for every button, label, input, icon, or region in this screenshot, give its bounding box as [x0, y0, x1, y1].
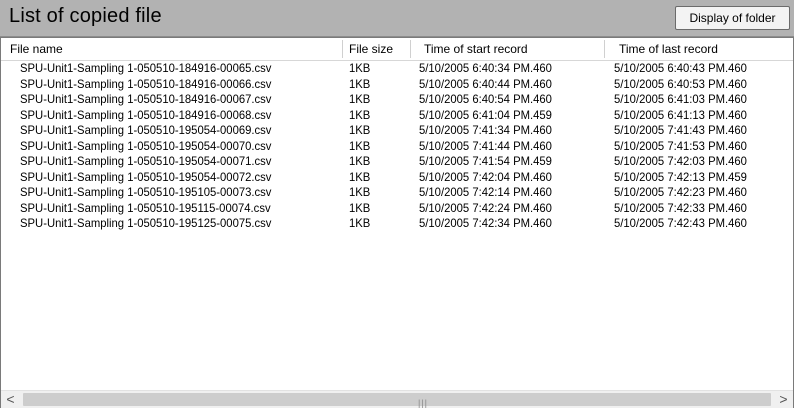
file-size-cell: 1KB: [349, 200, 371, 215]
last-record-cell: 5/10/2005 7:42:13 PM.459: [614, 169, 747, 184]
last-record-cell: 5/10/2005 6:40:43 PM.460: [614, 61, 747, 75]
start-record-cell: 5/10/2005 6:40:34 PM.460: [419, 61, 552, 75]
file-size-cell: 1KB: [349, 92, 371, 106]
last-record-cell: 5/10/2005 7:41:43 PM.460: [614, 123, 747, 137]
last-record-cell: 5/10/2005 7:42:03 PM.460: [614, 154, 747, 168]
scrollbar-grip-icon: |||: [418, 398, 429, 408]
column-divider[interactable]: [410, 40, 411, 58]
start-record-cell: 5/10/2005 7:42:04 PM.460: [419, 169, 552, 184]
file-name-cell: SPU-Unit1-Sampling 1-050510-195105-00073…: [20, 185, 272, 199]
table-row[interactable]: SPU-Unit1-Sampling 1-050510-195054-00070…: [1, 139, 793, 155]
start-record-cell: 5/10/2005 7:41:44 PM.460: [419, 138, 552, 153]
last-record-cell: 5/10/2005 6:41:13 PM.460: [614, 107, 747, 122]
file-size-cell: 1KB: [349, 123, 371, 137]
last-record-cell: 5/10/2005 6:40:53 PM.460: [614, 76, 747, 91]
file-size-cell: 1KB: [349, 154, 371, 168]
file-name-cell: SPU-Unit1-Sampling 1-050510-195054-00072…: [20, 169, 272, 184]
file-size-cell: 1KB: [349, 61, 371, 75]
file-rows: SPU-Unit1-Sampling 1-050510-184916-00065…: [1, 61, 793, 232]
table-row[interactable]: SPU-Unit1-Sampling 1-050510-195054-00071…: [1, 154, 793, 170]
table-row[interactable]: SPU-Unit1-Sampling 1-050510-195054-00069…: [1, 123, 793, 139]
column-divider[interactable]: [604, 40, 605, 58]
start-record-cell: 5/10/2005 7:41:34 PM.460: [419, 123, 552, 137]
horizontal-scrollbar[interactable]: < ||| >: [1, 390, 793, 408]
last-record-cell: 5/10/2005 7:42:23 PM.460: [614, 185, 747, 199]
table-row[interactable]: SPU-Unit1-Sampling 1-050510-184916-00067…: [1, 92, 793, 108]
file-size-cell: 1KB: [349, 138, 371, 153]
table-row[interactable]: SPU-Unit1-Sampling 1-050510-184916-00066…: [1, 77, 793, 93]
start-record-cell: 5/10/2005 7:42:34 PM.460: [419, 216, 552, 230]
file-name-cell: SPU-Unit1-Sampling 1-050510-195054-00069…: [20, 123, 272, 137]
file-name-cell: SPU-Unit1-Sampling 1-050510-195115-00074…: [20, 200, 271, 215]
start-record-cell: 5/10/2005 6:40:54 PM.460: [419, 92, 552, 106]
copied-file-list[interactable]: File name File size Time of start record…: [0, 37, 794, 408]
file-size-cell: 1KB: [349, 107, 371, 122]
last-record-cell: 5/10/2005 7:41:53 PM.460: [614, 138, 747, 153]
table-row[interactable]: SPU-Unit1-Sampling 1-050510-195054-00072…: [1, 170, 793, 186]
table-row[interactable]: SPU-Unit1-Sampling 1-050510-184916-00068…: [1, 108, 793, 124]
column-header-file-size[interactable]: File size: [349, 38, 404, 60]
file-name-cell: SPU-Unit1-Sampling 1-050510-184916-00066…: [20, 76, 272, 91]
file-name-cell: SPU-Unit1-Sampling 1-050510-195125-00075…: [20, 216, 272, 230]
last-record-cell: 5/10/2005 7:42:43 PM.460: [614, 216, 747, 230]
file-size-cell: 1KB: [349, 169, 371, 184]
file-name-cell: SPU-Unit1-Sampling 1-050510-195054-00070…: [20, 138, 272, 153]
start-record-cell: 5/10/2005 6:41:04 PM.459: [419, 107, 552, 122]
file-name-cell: SPU-Unit1-Sampling 1-050510-184916-00065…: [20, 61, 272, 75]
list-header: File name File size Time of start record…: [1, 38, 793, 61]
file-size-cell: 1KB: [349, 216, 371, 230]
start-record-cell: 5/10/2005 7:42:24 PM.460: [419, 200, 552, 215]
column-header-file-name[interactable]: File name: [10, 38, 340, 60]
start-record-cell: 5/10/2005 6:40:44 PM.460: [419, 76, 552, 91]
scroll-left-arrow-icon[interactable]: <: [2, 391, 19, 408]
table-row[interactable]: SPU-Unit1-Sampling 1-050510-195115-00074…: [1, 201, 793, 217]
table-row[interactable]: SPU-Unit1-Sampling 1-050510-195105-00073…: [1, 185, 793, 201]
column-header-start-record[interactable]: Time of start record: [424, 38, 594, 60]
column-header-last-record[interactable]: Time of last record: [619, 38, 789, 60]
last-record-cell: 5/10/2005 7:42:33 PM.460: [614, 200, 747, 215]
file-name-cell: SPU-Unit1-Sampling 1-050510-195054-00071…: [20, 154, 272, 168]
table-row[interactable]: SPU-Unit1-Sampling 1-050510-184916-00065…: [1, 61, 793, 77]
start-record-cell: 5/10/2005 7:41:54 PM.459: [419, 154, 552, 168]
start-record-cell: 5/10/2005 7:42:14 PM.460: [419, 185, 552, 199]
file-name-cell: SPU-Unit1-Sampling 1-050510-184916-00067…: [20, 92, 272, 106]
column-divider[interactable]: [342, 40, 343, 58]
scrollbar-thumb[interactable]: |||: [23, 393, 771, 408]
display-folder-button[interactable]: Display of folder: [675, 6, 790, 30]
file-name-cell: SPU-Unit1-Sampling 1-050510-184916-00068…: [20, 107, 272, 122]
last-record-cell: 5/10/2005 6:41:03 PM.460: [614, 92, 747, 106]
table-row[interactable]: SPU-Unit1-Sampling 1-050510-195125-00075…: [1, 216, 793, 232]
scroll-right-arrow-icon[interactable]: >: [775, 391, 792, 408]
file-size-cell: 1KB: [349, 185, 371, 199]
title-bar: List of copied file Display of folder: [0, 0, 794, 37]
panel-title: List of copied file: [9, 5, 162, 27]
file-size-cell: 1KB: [349, 76, 371, 91]
